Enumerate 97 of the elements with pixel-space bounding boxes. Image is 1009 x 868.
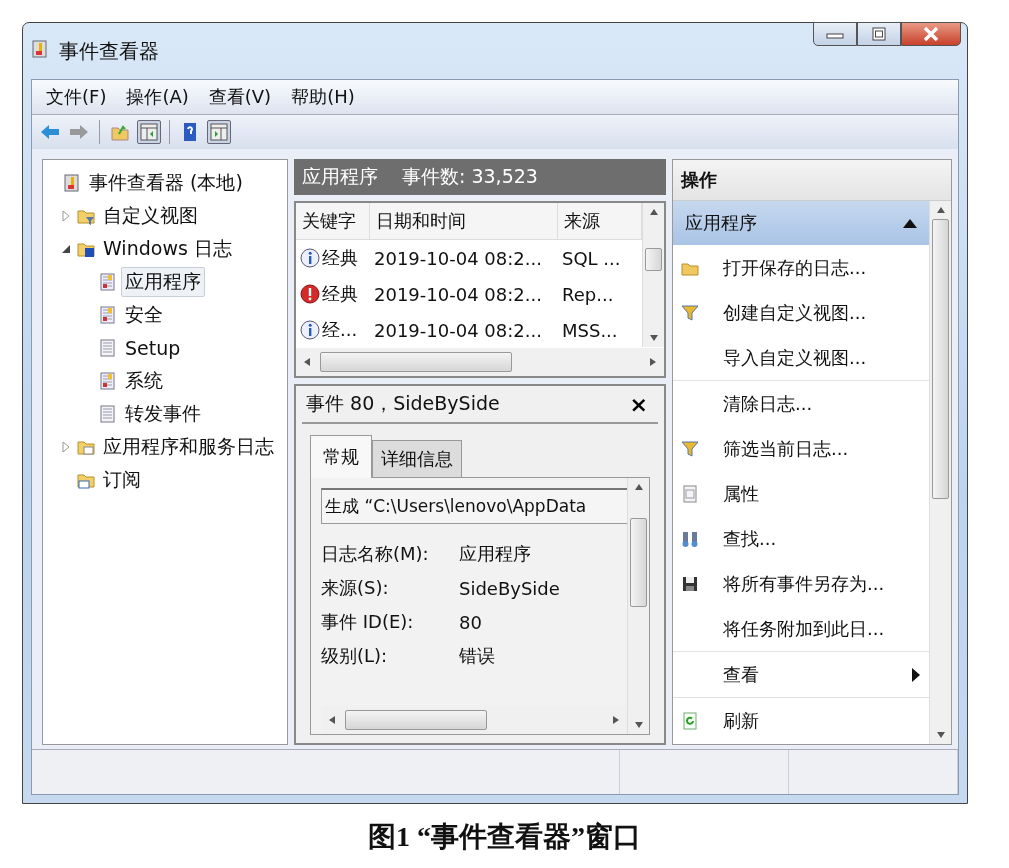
maximize-button[interactable] bbox=[857, 22, 901, 46]
field-label: 日志名称(M): bbox=[321, 542, 430, 566]
field-label: 级别(L): bbox=[321, 644, 389, 668]
tree-item[interactable]: 自定义视图 bbox=[99, 200, 202, 231]
tree-item[interactable]: Setup bbox=[121, 334, 185, 361]
table-cell-text: MSS... bbox=[561, 318, 619, 343]
column-header[interactable]: 关键字 bbox=[296, 203, 370, 240]
field-value: SideBySide bbox=[459, 576, 561, 601]
scroll-thumb[interactable] bbox=[932, 219, 949, 499]
expanded-arrow-icon[interactable] bbox=[61, 243, 73, 254]
scroll-thumb[interactable] bbox=[630, 517, 647, 607]
tab[interactable]: 详细信息 bbox=[372, 440, 462, 477]
field-value: 错误 bbox=[459, 644, 496, 668]
menu-item[interactable]: 查看(V) bbox=[206, 83, 274, 111]
description-field[interactable]: 生成 “C:\Users\lenovo\AppData bbox=[321, 488, 627, 524]
scroll-down-arrow-icon[interactable] bbox=[935, 730, 946, 740]
funnel-icon bbox=[681, 303, 699, 322]
scroll-down-arrow-icon[interactable] bbox=[648, 333, 659, 343]
horizontal-scrollbar[interactable] bbox=[296, 348, 664, 376]
binoculars-icon bbox=[681, 529, 699, 548]
scroll-thumb[interactable] bbox=[320, 352, 512, 372]
maximize-icon bbox=[872, 27, 886, 41]
menu-item[interactable]: 操作(A) bbox=[124, 83, 191, 111]
field-label: 来源(S): bbox=[321, 576, 390, 600]
action-item[interactable]: 将任务附加到此日... bbox=[673, 606, 929, 651]
scroll-up-arrow-icon[interactable] bbox=[648, 207, 659, 217]
table-cell-text: 2019-10-04 08:2... bbox=[373, 318, 543, 343]
log-icon bbox=[99, 371, 117, 390]
menu-item[interactable]: 文件(F) bbox=[44, 83, 109, 111]
pane-title: 操作 bbox=[673, 160, 951, 201]
document-icon bbox=[681, 484, 699, 503]
vertical-scrollbar[interactable] bbox=[929, 201, 951, 744]
refresh-icon bbox=[681, 711, 699, 730]
pane-toggle-icon[interactable] bbox=[207, 120, 231, 144]
close-button[interactable] bbox=[901, 22, 961, 46]
panel-title: 事件 80，SideBySide bbox=[306, 391, 500, 416]
action-item[interactable]: 刷新 bbox=[673, 698, 929, 743]
scroll-right-arrow-icon[interactable] bbox=[611, 715, 621, 725]
tree-item[interactable]: 应用程序和服务日志 bbox=[99, 431, 278, 462]
log-icon bbox=[99, 338, 117, 357]
menu-item[interactable]: 帮助(H) bbox=[289, 83, 357, 111]
table-cell-text: 2019-10-04 08:2... bbox=[373, 246, 543, 271]
action-item[interactable]: 清除日志... bbox=[673, 381, 929, 426]
action-item[interactable]: 查看 bbox=[673, 652, 929, 697]
tab[interactable]: 常规 bbox=[310, 435, 372, 478]
figure-caption: 图1 “事件查看器”窗口 bbox=[367, 820, 642, 854]
log-name: 应用程序 bbox=[302, 164, 378, 189]
log-icon bbox=[99, 305, 117, 324]
action-item[interactable]: 查找... bbox=[673, 516, 929, 561]
column-header[interactable]: 日期和时间 bbox=[370, 203, 558, 240]
close-button[interactable]: × bbox=[623, 391, 654, 417]
table-cell-text: 2019-10-04 08:2... bbox=[373, 282, 543, 307]
log-icon bbox=[99, 272, 117, 291]
action-item[interactable]: 将所有事件另存为... bbox=[673, 561, 929, 606]
action-item[interactable]: 导入自定义视图... bbox=[673, 335, 929, 380]
scroll-thumb[interactable] bbox=[645, 247, 662, 271]
tree-item[interactable]: 订阅 bbox=[99, 464, 145, 495]
tree-item[interactable]: 转发事件 bbox=[121, 398, 205, 429]
event-count: 事件数: 33,523 bbox=[402, 164, 538, 189]
action-item[interactable]: 创建自定义视图... bbox=[673, 290, 929, 335]
tree-item[interactable]: 应用程序 bbox=[121, 266, 205, 297]
window-title: 事件查看器 bbox=[59, 37, 159, 65]
scroll-thumb[interactable] bbox=[345, 710, 487, 730]
scroll-left-arrow-icon[interactable] bbox=[327, 715, 337, 725]
column-header[interactable]: 来源 bbox=[558, 203, 642, 240]
scroll-down-arrow-icon[interactable] bbox=[633, 720, 644, 730]
scroll-left-arrow-icon[interactable] bbox=[302, 357, 312, 367]
scroll-up-arrow-icon[interactable] bbox=[633, 482, 644, 492]
minimize-button[interactable] bbox=[813, 22, 857, 46]
action-item[interactable]: 筛选当前日志... bbox=[673, 426, 929, 471]
vertical-scrollbar[interactable] bbox=[642, 203, 664, 347]
action-item[interactable]: 属性 bbox=[673, 471, 929, 516]
field-value: 80 bbox=[459, 610, 483, 635]
section-header[interactable]: 应用程序 bbox=[673, 201, 929, 245]
error-icon bbox=[300, 284, 320, 304]
log-book-icon bbox=[63, 173, 81, 192]
table-cell-text: Rep... bbox=[561, 282, 615, 307]
vertical-scrollbar[interactable] bbox=[627, 478, 649, 734]
close-icon bbox=[923, 26, 939, 42]
info-icon bbox=[300, 248, 320, 268]
table-cell: 经典 bbox=[322, 246, 358, 270]
funnel-icon bbox=[681, 439, 699, 458]
table-cell-text: SQL ... bbox=[561, 246, 622, 271]
table-cell: 经... bbox=[322, 318, 358, 342]
pane-toggle-icon[interactable] bbox=[137, 120, 161, 144]
scroll-right-arrow-icon[interactable] bbox=[648, 357, 658, 367]
scroll-up-arrow-icon[interactable] bbox=[935, 205, 946, 215]
field-value: 应用程序 bbox=[459, 542, 532, 566]
tree-item[interactable]: Windows 日志 bbox=[99, 233, 236, 264]
tree-item[interactable]: 事件查看器 (本地) bbox=[85, 167, 247, 198]
info-icon bbox=[300, 320, 320, 340]
tree-item[interactable]: 安全 bbox=[121, 299, 167, 330]
log-icon bbox=[99, 404, 117, 423]
table-cell: 经典 bbox=[322, 282, 358, 306]
field-label: 事件 ID(E): bbox=[321, 610, 415, 634]
tree-item[interactable]: 系统 bbox=[121, 365, 167, 396]
action-item[interactable]: 打开保存的日志... bbox=[673, 245, 929, 290]
